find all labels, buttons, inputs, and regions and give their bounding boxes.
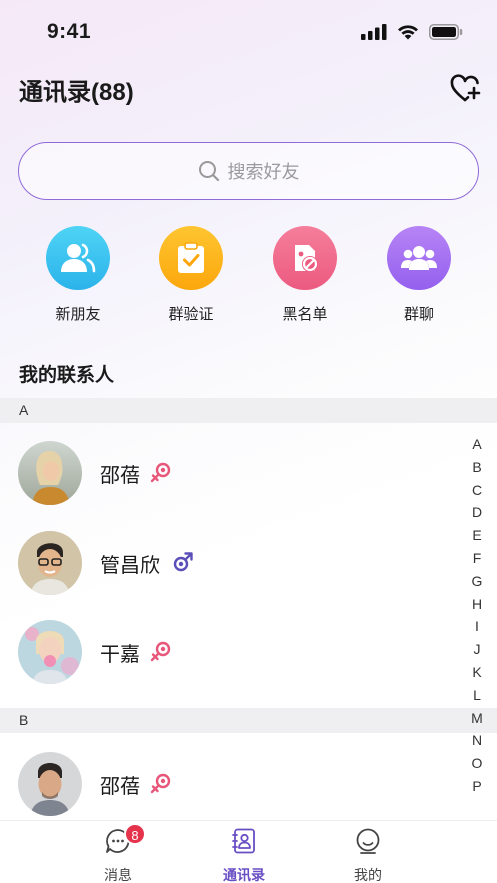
contact-name: 干嘉 <box>100 644 140 666</box>
signal-icon <box>361 24 387 40</box>
my-contacts-title: 我的联系人 <box>19 365 115 386</box>
page-title: 通讯录(88) <box>19 72 134 107</box>
contact-name: 邵蓓 <box>100 465 140 487</box>
index-letter-f[interactable]: F <box>470 547 484 570</box>
male-icon <box>173 552 193 572</box>
index-letter-m[interactable]: M <box>470 707 484 730</box>
status-time: 9:41 <box>47 20 92 43</box>
status-bar: 9:41 <box>0 0 497 64</box>
avatar <box>18 752 82 816</box>
index-letter-n[interactable]: N <box>470 729 484 752</box>
wifi-icon <box>398 25 418 40</box>
blacklist-label: 黑名单 <box>282 306 328 323</box>
group-header-b: B <box>0 708 497 733</box>
blacklist-icon <box>273 226 337 290</box>
female-icon <box>150 462 171 483</box>
index-letter-o[interactable]: O <box>470 752 484 775</box>
new-friend-label: 新朋友 <box>55 306 101 323</box>
index-letter-l[interactable]: L <box>470 684 484 707</box>
avatar <box>18 531 82 595</box>
unread-badge: 8 <box>124 823 146 845</box>
group-verify-button[interactable]: 群验证 <box>146 226 236 324</box>
tab-messages[interactable]: 8 消息 <box>78 823 158 883</box>
index-letter-e[interactable]: E <box>470 524 484 547</box>
female-icon <box>150 773 171 794</box>
tab-contacts[interactable]: 通讯录 <box>204 827 284 883</box>
index-letter-k[interactable]: K <box>470 661 484 684</box>
index-letter-i[interactable]: I <box>470 615 484 638</box>
contact-count: (88) <box>91 79 134 106</box>
new-friend-button[interactable]: 新朋友 <box>33 226 123 324</box>
tab-profile[interactable]: 我的 <box>328 827 408 883</box>
group-verify-icon <box>159 226 223 290</box>
index-letter-b[interactable]: B <box>470 456 484 479</box>
search-icon <box>198 161 219 182</box>
group-chat-label: 群聊 <box>403 306 434 323</box>
contact-name: 管昌欣 <box>100 555 160 577</box>
tab-contacts-label: 通讯录 <box>223 867 265 883</box>
tab-profile-label: 我的 <box>354 867 382 883</box>
alphabet-index[interactable]: A B C D E F G H I J K L M N O P <box>470 433 484 798</box>
index-letter-a[interactable]: A <box>470 433 484 456</box>
index-letter-g[interactable]: G <box>470 570 484 593</box>
index-letter-p[interactable]: P <box>470 775 484 798</box>
search-input[interactable]: 搜索好友 <box>18 142 479 200</box>
heart-plus-icon <box>450 74 481 102</box>
avatar <box>18 441 82 505</box>
index-letter-h[interactable]: H <box>470 593 484 616</box>
avatar <box>18 620 82 684</box>
quick-actions: 新朋友 群验证 黑名单 群聊 <box>0 226 497 326</box>
header: 通讯录(88) <box>0 70 497 110</box>
female-icon <box>150 641 171 662</box>
contact-name: 邵蓓 <box>100 776 140 798</box>
contacts-icon <box>232 828 255 854</box>
tab-messages-label: 消息 <box>104 867 132 883</box>
profile-icon <box>356 828 380 854</box>
contact-row[interactable]: 干嘉 <box>0 606 460 696</box>
search-placeholder: 搜索好友 <box>227 162 300 182</box>
index-letter-c[interactable]: C <box>470 479 484 502</box>
page-title-text: 通讯录 <box>19 79 91 106</box>
battery-icon <box>429 24 463 40</box>
contact-row[interactable]: 邵蓓 <box>0 427 460 517</box>
index-letter-j[interactable]: J <box>470 638 484 661</box>
add-friend-button[interactable] <box>449 73 481 105</box>
blacklist-button[interactable]: 黑名单 <box>260 226 350 324</box>
group-chat-button[interactable]: 群聊 <box>374 226 464 324</box>
group-verify-label: 群验证 <box>168 306 214 323</box>
status-icons <box>361 24 463 40</box>
index-letter-d[interactable]: D <box>470 501 484 524</box>
tab-bar: 8 消息 通讯录 我的 <box>0 820 497 883</box>
group-header-a: A <box>0 398 497 423</box>
contact-row[interactable]: 邵蓓 <box>0 738 460 828</box>
contact-row[interactable]: 管昌欣 <box>0 517 460 607</box>
new-friend-icon <box>46 226 110 290</box>
group-chat-icon <box>387 226 451 290</box>
